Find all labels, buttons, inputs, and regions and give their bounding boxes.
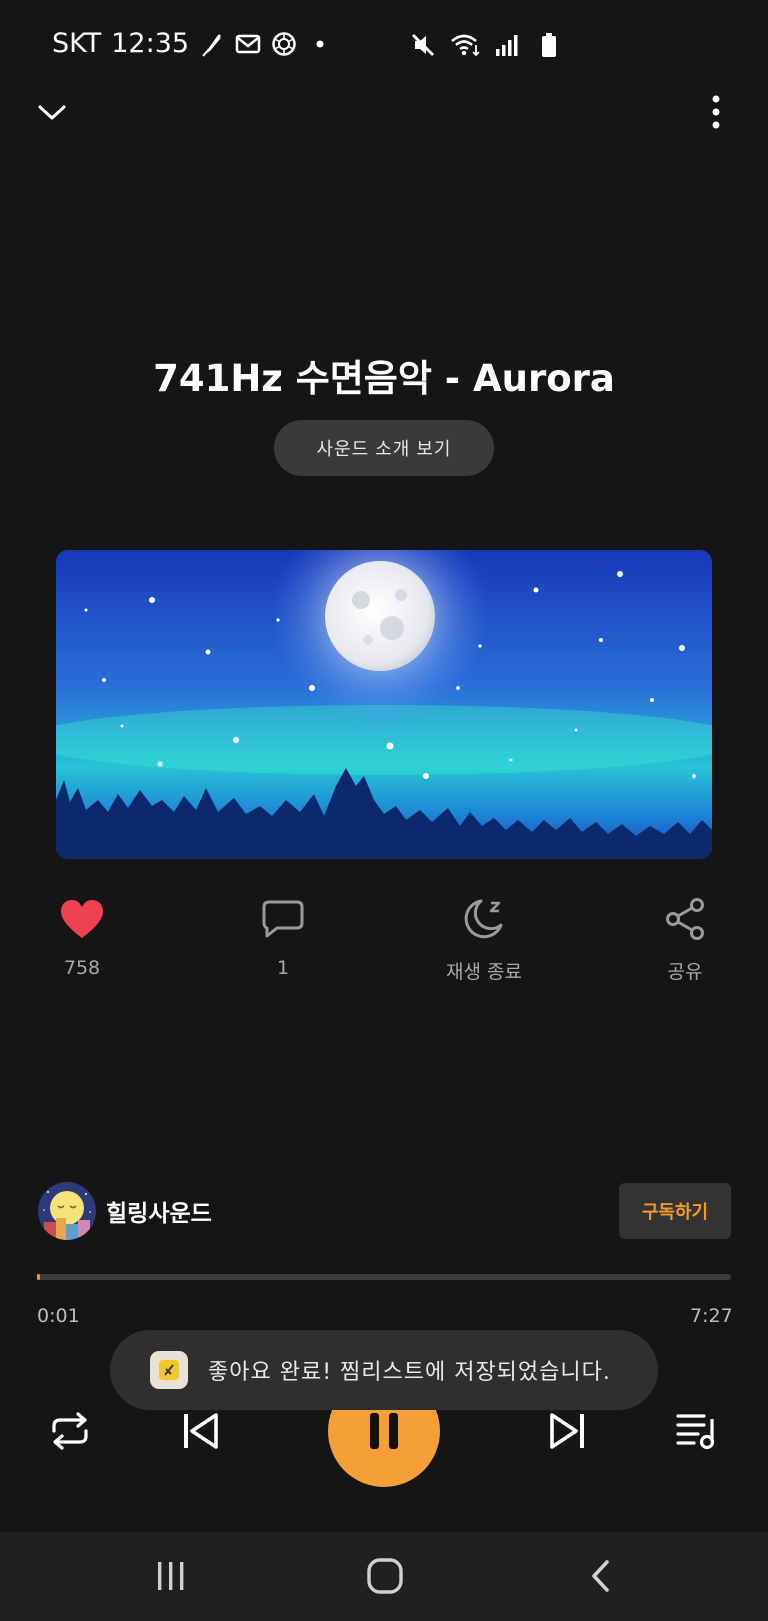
total-time: 7:27 bbox=[690, 1305, 733, 1327]
sound-intro-button[interactable]: 사운드 소개 보기 bbox=[274, 420, 494, 476]
share-label: 공유 bbox=[667, 961, 703, 983]
channel-row: 힐링사운드 구독하기 bbox=[0, 1180, 768, 1242]
status-time: 12:35 bbox=[111, 28, 190, 59]
heart-icon bbox=[58, 895, 106, 943]
album-artwork bbox=[56, 550, 712, 859]
comment-count: 1 bbox=[276, 957, 290, 979]
dot-icon bbox=[307, 31, 333, 57]
carrier-label: SKT bbox=[52, 28, 102, 59]
playlist-button[interactable] bbox=[674, 1409, 722, 1453]
channel-name[interactable]: 힐링사운드 bbox=[106, 1194, 212, 1228]
home-button[interactable] bbox=[360, 1554, 410, 1598]
comment-button[interactable]: 1 bbox=[223, 895, 343, 979]
sleep-timer-button[interactable]: 재생 종료 bbox=[424, 895, 544, 984]
more-options-button[interactable] bbox=[700, 90, 732, 134]
signal-icon bbox=[492, 30, 522, 60]
share-button[interactable]: 공유 bbox=[625, 895, 745, 984]
previous-button[interactable] bbox=[178, 1411, 222, 1451]
recent-apps-icon bbox=[158, 1562, 184, 1590]
repeat-icon bbox=[52, 1412, 88, 1450]
moon-icon bbox=[460, 895, 508, 943]
top-bar bbox=[0, 90, 768, 140]
subscribe-button[interactable]: 구독하기 bbox=[619, 1183, 731, 1239]
skip-next-icon bbox=[550, 1413, 584, 1449]
mute-icon bbox=[408, 30, 438, 60]
channel-avatar[interactable] bbox=[38, 1182, 96, 1240]
wifi-icon bbox=[450, 30, 480, 60]
mail-icon bbox=[235, 31, 261, 57]
repeat-button[interactable] bbox=[46, 1409, 94, 1453]
progress-fill bbox=[37, 1274, 40, 1280]
aperture-icon bbox=[271, 31, 297, 57]
like-count: 758 bbox=[63, 957, 101, 979]
feather-icon bbox=[199, 31, 225, 57]
current-time: 0:01 bbox=[37, 1305, 80, 1327]
progress-bar[interactable] bbox=[37, 1274, 731, 1280]
pause-icon bbox=[370, 1413, 398, 1449]
home-icon bbox=[367, 1558, 403, 1594]
sleep-timer-label: 재생 종료 bbox=[446, 961, 522, 983]
status-bar: SKT 12:35 bbox=[0, 0, 768, 90]
collapse-button[interactable] bbox=[34, 94, 70, 130]
recent-apps-button[interactable] bbox=[146, 1554, 196, 1598]
toast-notification: 좋아요 완료! 찜리스트에 저장되었습니다. bbox=[110, 1330, 658, 1410]
battery-icon bbox=[534, 30, 564, 60]
navigation-bar bbox=[0, 1532, 768, 1621]
comment-icon bbox=[259, 895, 307, 943]
skip-previous-icon bbox=[184, 1413, 218, 1449]
track-title: 741Hz 수면음악 - Aurora bbox=[153, 357, 615, 400]
back-icon bbox=[592, 1560, 609, 1592]
toast-message: 좋아요 완료! 찜리스트에 저장되었습니다. bbox=[208, 1360, 611, 1385]
chevron-down-icon bbox=[38, 105, 66, 120]
action-row: 758 1 재생 종료 공유 bbox=[0, 895, 768, 1005]
app-icon bbox=[150, 1351, 188, 1389]
playlist-icon bbox=[676, 1414, 715, 1450]
like-button[interactable]: 758 bbox=[22, 895, 142, 979]
more-vertical-icon bbox=[712, 95, 720, 129]
share-icon bbox=[661, 895, 709, 943]
next-button[interactable] bbox=[546, 1411, 590, 1451]
back-button[interactable] bbox=[576, 1554, 626, 1598]
